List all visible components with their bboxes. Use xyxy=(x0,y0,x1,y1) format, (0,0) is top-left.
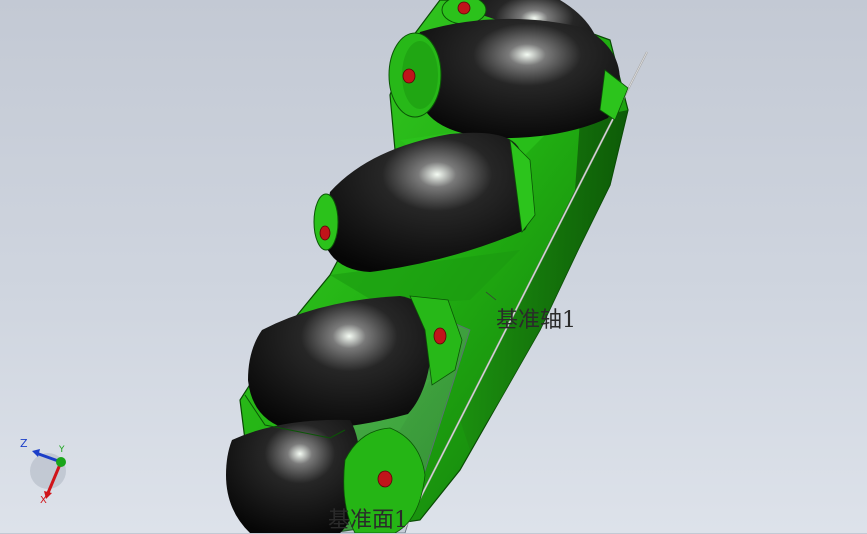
roller-pin xyxy=(433,327,447,345)
cad-viewport[interactable]: 基准轴1 基准面1 Z Y X xyxy=(0,0,867,533)
roller-pin xyxy=(377,470,393,488)
roller-pin xyxy=(319,225,331,241)
roller-pin xyxy=(402,68,416,84)
datum-axis-label[interactable]: 基准轴1 xyxy=(496,302,576,334)
x-axis-label: X xyxy=(40,495,47,506)
y-axis-dot xyxy=(56,457,66,467)
wheel-model[interactable] xyxy=(0,0,867,533)
datum-plane-label[interactable]: 基准面1 xyxy=(328,502,408,534)
y-axis-label: Y xyxy=(59,445,65,455)
triad-icon[interactable]: Z Y X xyxy=(14,433,84,513)
roller-end-cap xyxy=(313,193,339,251)
z-axis-label: Z xyxy=(20,437,28,450)
roller-pin xyxy=(457,1,471,15)
